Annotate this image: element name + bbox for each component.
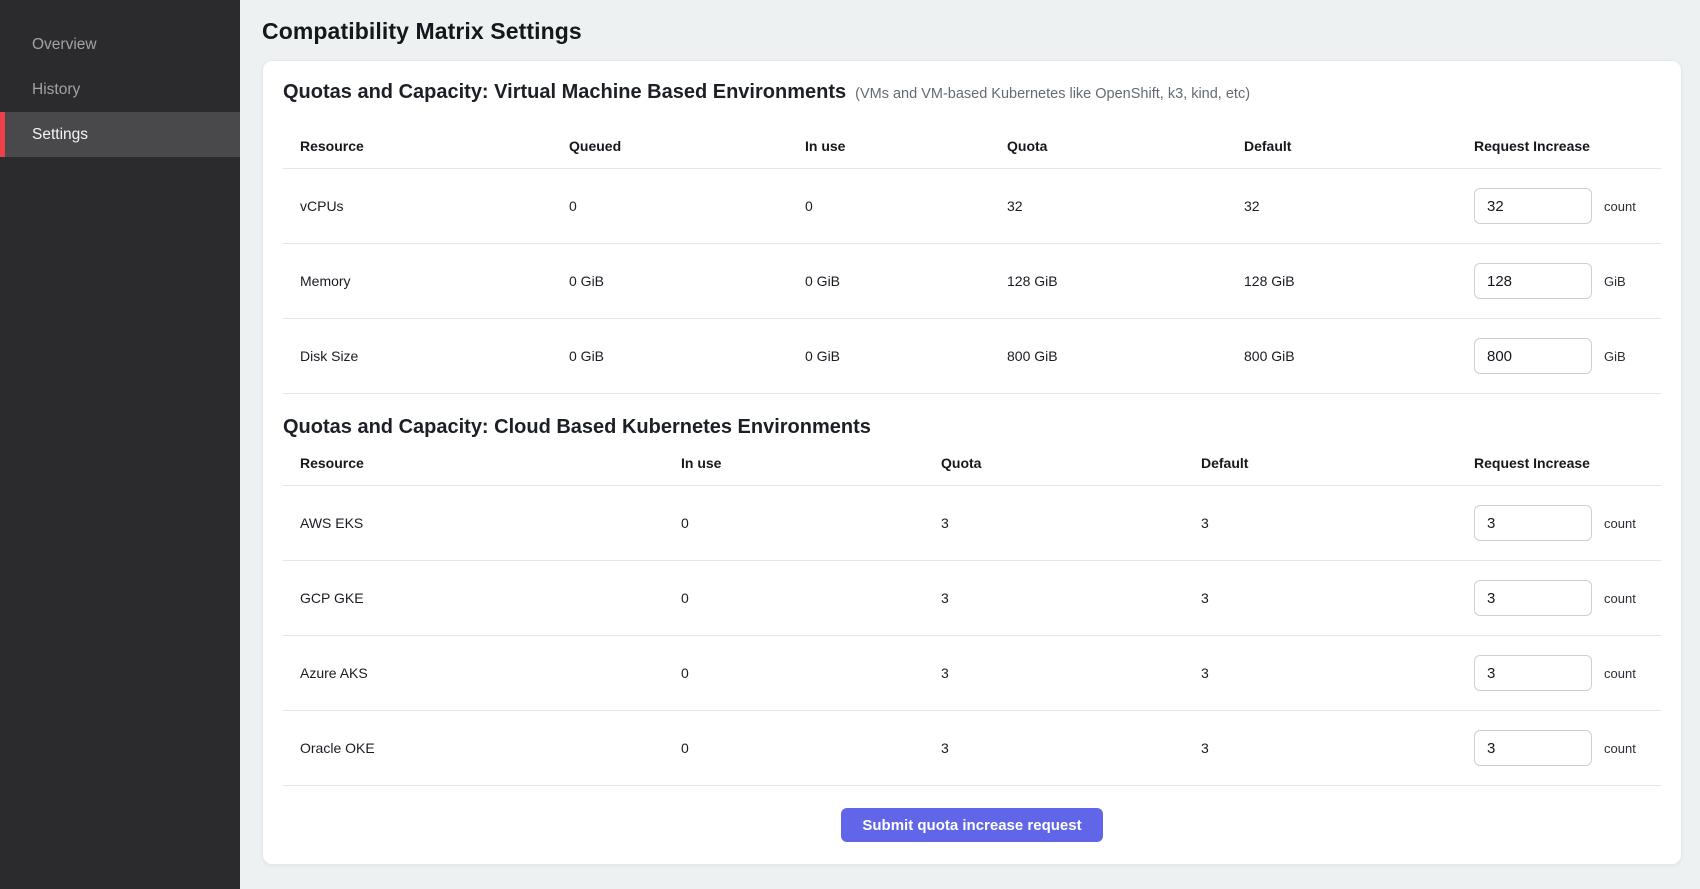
cell-quota: 128 GiB [1007,273,1244,289]
column-header-default: Default [1201,455,1474,471]
vm-table-header: ResourceQueuedIn useQuotaDefaultRequest … [283,104,1661,169]
table-row: AWS EKS033count [283,486,1661,561]
unit-label: count [1604,199,1636,214]
cell-in-use: 0 [805,198,1007,214]
submit-quota-button[interactable]: Submit quota increase request [841,808,1102,842]
cloud-quota-table: ResourceIn useQuotaDefaultRequest Increa… [283,439,1661,786]
page-title: Compatibility Matrix Settings [262,18,1700,45]
table-row: Disk Size0 GiB0 GiB800 GiB800 GiBGiB [283,319,1661,394]
table-row: Azure AKS033count [283,636,1661,711]
cloud-table-body: AWS EKS033countGCP GKE033countAzure AKS0… [283,486,1661,786]
cell-queued: 0 GiB [569,348,805,364]
request-increase-input[interactable] [1474,188,1592,224]
cell-default: 3 [1201,665,1474,681]
cell-in-use: 0 GiB [805,273,1007,289]
cell-quota: 3 [941,515,1201,531]
unit-label: count [1604,516,1636,531]
cell-default: 128 GiB [1244,273,1474,289]
request-increase-input[interactable] [1474,505,1592,541]
column-header-quota: Quota [941,455,1201,471]
cell-quota: 3 [941,590,1201,606]
column-header-quota: Quota [1007,138,1244,154]
table-row: vCPUs003232count [283,169,1661,244]
cell-default: 3 [1201,515,1474,531]
sidebar-item-settings[interactable]: Settings [0,112,240,157]
cell-quota: 800 GiB [1007,348,1244,364]
request-increase-cell: count [1474,655,1661,691]
column-header-in-use: In use [681,455,941,471]
cell-default: 3 [1201,740,1474,756]
vm-section-header: Quotas and Capacity: Virtual Machine Bas… [283,61,1661,104]
cloud-table-header: ResourceIn useQuotaDefaultRequest Increa… [283,439,1661,486]
settings-card: Quotas and Capacity: Virtual Machine Bas… [262,60,1682,865]
cell-in-use: 0 [681,740,941,756]
unit-label: GiB [1604,274,1626,289]
vm-quota-table: ResourceQueuedIn useQuotaDefaultRequest … [283,104,1661,394]
cell-resource: vCPUs [283,198,569,214]
cell-default: 3 [1201,590,1474,606]
cloud-section-title: Quotas and Capacity: Cloud Based Kuberne… [283,416,871,439]
unit-label: GiB [1604,349,1626,364]
column-header-request-increase: Request Increase [1474,455,1661,471]
request-increase-cell: count [1474,730,1661,766]
main-content: Compatibility Matrix Settings Quotas and… [240,0,1700,889]
request-increase-input[interactable] [1474,730,1592,766]
cell-queued: 0 [569,198,805,214]
cell-default: 800 GiB [1244,348,1474,364]
sidebar-item-history[interactable]: History [0,67,240,112]
request-increase-cell: GiB [1474,263,1661,299]
column-header-in-use: In use [805,138,1007,154]
cell-in-use: 0 [681,665,941,681]
request-increase-input[interactable] [1474,655,1592,691]
unit-label: count [1604,591,1636,606]
cell-resource: GCP GKE [283,590,681,606]
request-increase-input[interactable] [1474,580,1592,616]
sidebar: OverviewHistorySettings [0,0,240,889]
column-header-default: Default [1244,138,1474,154]
column-header-resource: Resource [283,455,681,471]
cell-resource: Azure AKS [283,665,681,681]
request-increase-cell: count [1474,188,1661,224]
cell-default: 32 [1244,198,1474,214]
cell-in-use: 0 GiB [805,348,1007,364]
vm-section-subtitle: (VMs and VM-based Kubernetes like OpenSh… [855,86,1250,102]
cell-queued: 0 GiB [569,273,805,289]
cell-resource: Oracle OKE [283,740,681,756]
cell-resource: Disk Size [283,348,569,364]
vm-table-body: vCPUs003232countMemory0 GiB0 GiB128 GiB1… [283,169,1661,394]
request-increase-input[interactable] [1474,263,1592,299]
unit-label: count [1604,666,1636,681]
column-header-request-increase: Request Increase [1474,138,1661,154]
submit-row: Submit quota increase request [283,786,1661,842]
column-header-resource: Resource [283,138,569,154]
unit-label: count [1604,741,1636,756]
table-row: GCP GKE033count [283,561,1661,636]
cloud-section-header: Quotas and Capacity: Cloud Based Kuberne… [283,394,1661,439]
request-increase-input[interactable] [1474,338,1592,374]
cell-resource: AWS EKS [283,515,681,531]
cell-in-use: 0 [681,515,941,531]
request-increase-cell: count [1474,505,1661,541]
table-row: Memory0 GiB0 GiB128 GiB128 GiBGiB [283,244,1661,319]
column-header-queued: Queued [569,138,805,154]
cell-quota: 32 [1007,198,1244,214]
cell-in-use: 0 [681,590,941,606]
cell-quota: 3 [941,740,1201,756]
vm-section-title: Quotas and Capacity: Virtual Machine Bas… [283,81,846,104]
sidebar-item-overview[interactable]: Overview [0,22,240,67]
cell-resource: Memory [283,273,569,289]
cell-quota: 3 [941,665,1201,681]
request-increase-cell: count [1474,580,1661,616]
table-row: Oracle OKE033count [283,711,1661,786]
request-increase-cell: GiB [1474,338,1661,374]
